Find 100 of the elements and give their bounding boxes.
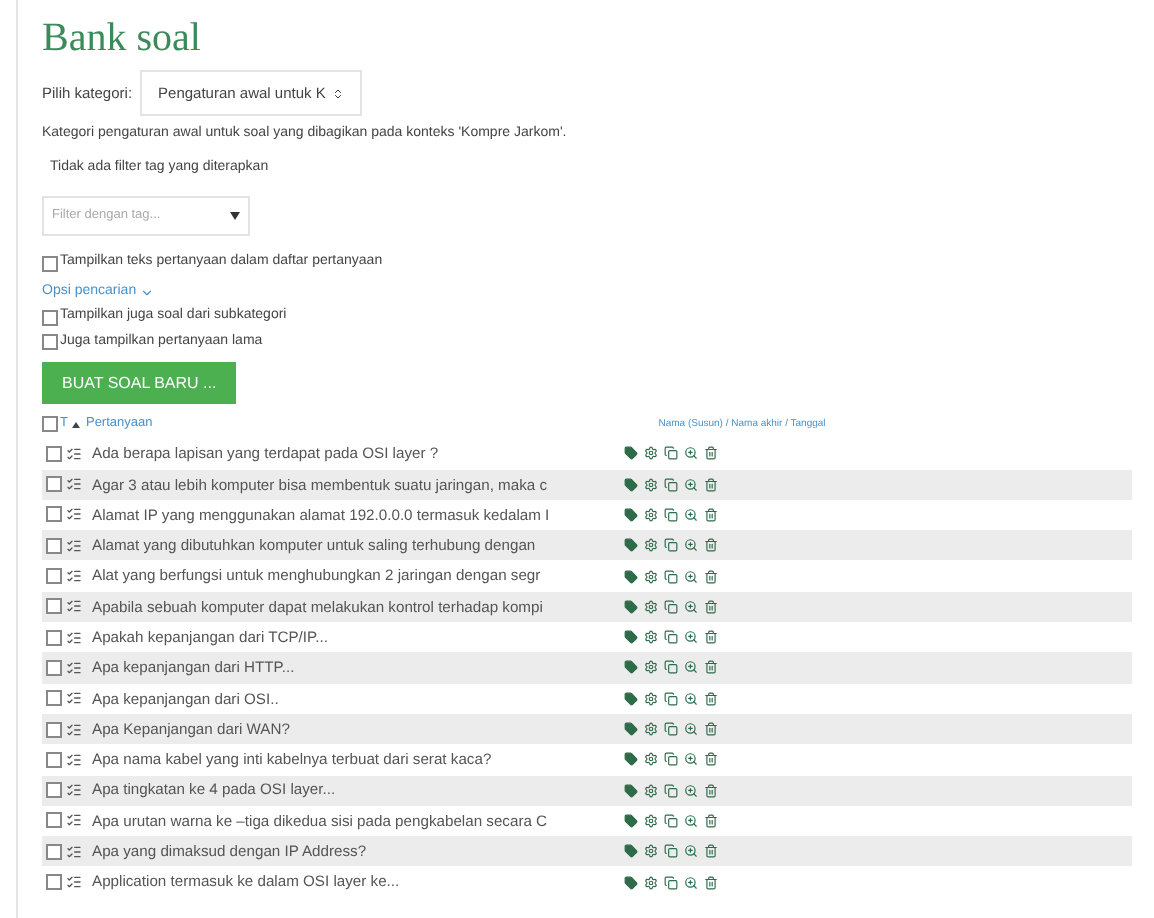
settings-icon[interactable] — [644, 630, 658, 645]
settings-icon[interactable] — [644, 538, 658, 553]
zoom-icon[interactable] — [684, 722, 698, 737]
row-checkbox[interactable] — [46, 843, 62, 860]
row-checkbox[interactable] — [46, 812, 62, 829]
copy-icon[interactable] — [664, 722, 678, 737]
tag-icon[interactable] — [624, 722, 638, 737]
settings-icon[interactable] — [644, 875, 658, 890]
checkbox[interactable] — [42, 255, 58, 271]
copy-icon[interactable] — [664, 599, 678, 614]
zoom-icon[interactable] — [684, 875, 698, 890]
copy-icon[interactable] — [664, 446, 678, 461]
zoom-icon[interactable] — [684, 752, 698, 767]
tag-icon[interactable] — [624, 538, 638, 553]
settings-icon[interactable] — [644, 752, 658, 767]
zoom-icon[interactable] — [684, 599, 698, 614]
settings-icon[interactable] — [644, 477, 658, 492]
tag-icon[interactable] — [624, 813, 638, 828]
trash-icon[interactable] — [704, 844, 718, 859]
copy-icon[interactable] — [664, 844, 678, 859]
zoom-icon[interactable] — [684, 660, 698, 675]
row-checkbox[interactable] — [46, 721, 62, 738]
trash-icon[interactable] — [704, 875, 718, 890]
row-checkbox[interactable] — [46, 751, 62, 768]
zoom-icon[interactable] — [684, 446, 698, 461]
settings-icon[interactable] — [644, 722, 658, 737]
settings-icon[interactable] — [644, 507, 658, 522]
row-checkbox[interactable] — [46, 568, 62, 585]
zoom-icon[interactable] — [684, 691, 698, 706]
list-icon — [66, 812, 82, 829]
row-checkbox[interactable] — [46, 445, 62, 462]
settings-icon[interactable] — [644, 569, 658, 584]
trash-icon[interactable] — [704, 660, 718, 675]
copy-icon[interactable] — [664, 660, 678, 675]
trash-icon[interactable] — [704, 477, 718, 492]
zoom-icon[interactable] — [684, 783, 698, 798]
zoom-icon[interactable] — [684, 569, 698, 584]
copy-icon[interactable] — [664, 477, 678, 492]
tag-icon[interactable] — [624, 691, 638, 706]
select-all-checkbox[interactable] — [42, 416, 58, 433]
row-checkbox[interactable] — [46, 874, 62, 891]
trash-icon[interactable] — [704, 599, 718, 614]
tag-icon[interactable] — [624, 477, 638, 492]
row-checkbox[interactable] — [46, 782, 62, 799]
tag-icon[interactable] — [624, 446, 638, 461]
trash-icon[interactable] — [704, 691, 718, 706]
zoom-icon[interactable] — [684, 844, 698, 859]
row-checkbox[interactable] — [46, 476, 62, 493]
list-icon — [66, 782, 82, 799]
tag-icon[interactable] — [624, 630, 638, 645]
copy-icon[interactable] — [664, 538, 678, 553]
checkbox[interactable] — [42, 309, 58, 325]
zoom-icon[interactable] — [684, 538, 698, 553]
copy-icon[interactable] — [664, 569, 678, 584]
list-icon — [66, 751, 82, 768]
tag-icon[interactable] — [624, 783, 638, 798]
copy-icon[interactable] — [664, 783, 678, 798]
row-checkbox[interactable] — [46, 506, 62, 523]
zoom-icon[interactable] — [684, 477, 698, 492]
trash-icon[interactable] — [704, 783, 718, 798]
tag-icon[interactable] — [624, 569, 638, 584]
create-question-button[interactable]: BUAT SOAL BARU ... — [42, 362, 237, 405]
settings-icon[interactable] — [644, 599, 658, 614]
tag-icon[interactable] — [624, 752, 638, 767]
zoom-icon[interactable] — [684, 630, 698, 645]
trash-icon[interactable] — [704, 569, 718, 584]
row-checkbox[interactable] — [46, 659, 62, 676]
row-checkbox[interactable] — [46, 537, 62, 554]
settings-icon[interactable] — [644, 446, 658, 461]
tag-icon[interactable] — [624, 507, 638, 522]
trash-icon[interactable] — [704, 722, 718, 737]
tag-icon[interactable] — [624, 875, 638, 890]
tag-icon[interactable] — [624, 599, 638, 614]
settings-icon[interactable] — [644, 813, 658, 828]
row-checkbox[interactable] — [46, 598, 62, 615]
row-checkbox[interactable] — [46, 629, 62, 646]
settings-icon[interactable] — [644, 691, 658, 706]
copy-icon[interactable] — [664, 691, 678, 706]
trash-icon[interactable] — [704, 507, 718, 522]
list-icon — [66, 506, 82, 523]
settings-icon[interactable] — [644, 783, 658, 798]
tag-icon[interactable] — [624, 844, 638, 859]
checkbox[interactable] — [42, 334, 58, 350]
trash-icon[interactable] — [704, 813, 718, 828]
settings-icon[interactable] — [644, 660, 658, 675]
copy-icon[interactable] — [664, 752, 678, 767]
trash-icon[interactable] — [704, 446, 718, 461]
zoom-icon[interactable] — [684, 507, 698, 522]
zoom-icon[interactable] — [684, 813, 698, 828]
copy-icon[interactable] — [664, 813, 678, 828]
copy-icon[interactable] — [664, 630, 678, 645]
row-checkbox[interactable] — [46, 690, 62, 707]
settings-icon[interactable] — [644, 844, 658, 859]
copy-icon[interactable] — [664, 875, 678, 890]
trash-icon[interactable] — [704, 630, 718, 645]
trash-icon[interactable] — [704, 538, 718, 553]
tag-icon[interactable] — [624, 660, 638, 675]
copy-icon[interactable] — [664, 507, 678, 522]
sort-arrow-icon — [71, 421, 80, 428]
trash-icon[interactable] — [704, 752, 718, 767]
